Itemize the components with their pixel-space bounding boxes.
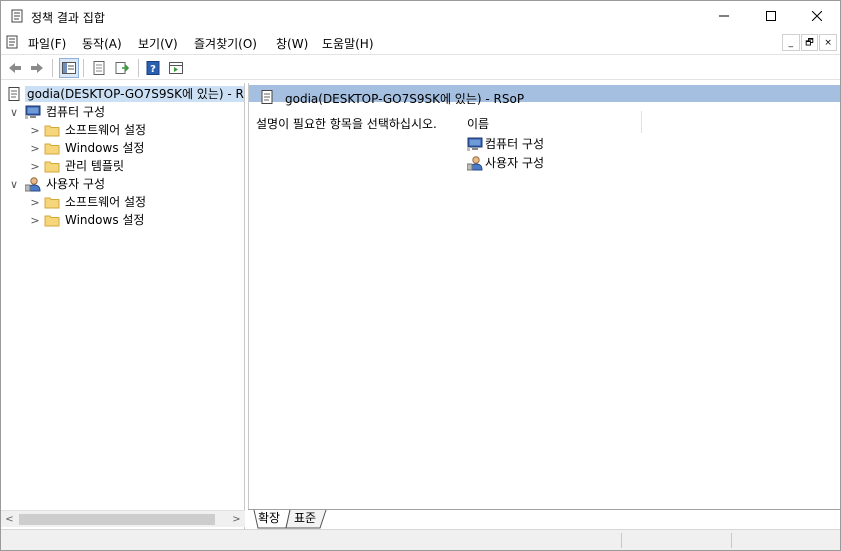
tree-horizontal-scrollbar[interactable]: < > <box>1 510 245 527</box>
tree-item-computer-config[interactable]: ∨ 컴퓨터 구성 <box>1 103 244 121</box>
menu-file[interactable]: 파일(F) <box>28 35 66 52</box>
maximize-icon <box>766 11 776 21</box>
window-title: 정책 결과 집합 <box>31 11 105 25</box>
view-tabs: 확장 표준 <box>248 509 840 529</box>
tree-item-admin-templates[interactable]: > 관리 템플릿 <box>1 157 244 175</box>
back-arrow-icon <box>9 63 21 73</box>
action-pane-icon <box>169 62 183 74</box>
close-icon <box>812 11 822 21</box>
forward-arrow-icon <box>31 63 43 73</box>
tab-extended[interactable]: 확장 <box>254 510 284 528</box>
chevron-down-icon[interactable]: ∨ <box>8 177 20 191</box>
tree-label: 소프트웨어 설정 <box>65 195 147 209</box>
menu-action[interactable]: 동작(A) <box>82 35 122 52</box>
forward-button[interactable] <box>27 58 47 78</box>
rsop-document-icon <box>6 86 22 102</box>
tree-label: Windows 설정 <box>65 141 145 155</box>
computer-icon <box>25 104 41 120</box>
properties-button[interactable] <box>89 58 109 78</box>
tree-item-user-windows-settings[interactable]: > Windows 설정 <box>1 211 244 229</box>
help-icon: ? <box>146 61 160 75</box>
chevron-right-icon[interactable]: > <box>29 141 41 155</box>
mdi-controls: _ 🗗 × <box>782 34 838 51</box>
list-item-label: 사용자 구성 <box>485 156 545 170</box>
folder-icon <box>44 212 60 228</box>
chevron-down-icon[interactable]: ∨ <box>8 105 20 119</box>
toolbar-separator <box>83 59 84 77</box>
mdi-close-button[interactable]: × <box>819 34 838 51</box>
tree-item-computer-software-settings[interactable]: > 소프트웨어 설정 <box>1 121 244 139</box>
folder-icon <box>44 158 60 174</box>
folder-icon <box>44 194 60 210</box>
tree-item-rsop-root[interactable]: godia(DESKTOP-GO7S9SK에 있는) - RSoP <box>1 85 244 103</box>
toolbar: ? <box>1 54 840 80</box>
tree-label: 사용자 구성 <box>46 177 106 191</box>
scrollbar-thumb[interactable] <box>19 514 215 525</box>
folder-icon <box>44 140 60 156</box>
show-action-pane-button[interactable] <box>166 58 186 78</box>
tree-item-user-config[interactable]: ∨ 사용자 구성 <box>1 175 244 193</box>
toolbar-separator <box>138 59 139 77</box>
export-list-icon <box>115 62 130 74</box>
minimize-button[interactable] <box>701 1 747 31</box>
menu-favorites[interactable]: 즐겨찾기(O) <box>194 35 257 52</box>
close-button[interactable] <box>794 1 840 31</box>
minimize-icon <box>719 15 729 17</box>
tree-label: 관리 템플릿 <box>65 159 125 173</box>
folder-icon <box>44 122 60 138</box>
tree-label: Windows 설정 <box>65 213 145 227</box>
rsop-app-icon <box>9 8 25 24</box>
list-item-label: 컴퓨터 구성 <box>485 137 545 151</box>
tree-label: godia(DESKTOP-GO7S9SK에 있는) - RSoP <box>25 86 244 102</box>
properties-icon <box>93 61 105 75</box>
chevron-right-icon[interactable]: > <box>29 159 41 173</box>
chevron-right-icon[interactable]: > <box>29 195 41 209</box>
mdi-minimize-button[interactable]: _ <box>782 34 800 51</box>
scroll-right-icon[interactable]: > <box>228 511 245 528</box>
rsop-document-icon <box>259 89 275 105</box>
chevron-right-icon[interactable]: > <box>29 213 41 227</box>
column-header-name[interactable]: 이름 <box>467 111 642 133</box>
status-bar <box>1 529 840 550</box>
status-divider <box>621 533 622 548</box>
console-tree-pane: godia(DESKTOP-GO7S9SK에 있는) - RSoP ∨ 컴퓨터 … <box>1 83 245 529</box>
console-menu-icon[interactable] <box>4 34 20 50</box>
tree-label: 컴퓨터 구성 <box>46 105 106 119</box>
description-text: 설명이 필요한 항목을 선택하십시오. <box>256 117 437 131</box>
mmc-window: 정책 결과 집합 파일(F) 동작(A) 보기(V) 즐겨찾기(O) 창(W) … <box>0 0 841 551</box>
menu-window[interactable]: 창(W) <box>276 35 308 52</box>
title-bar: 정책 결과 집합 <box>1 1 840 31</box>
help-button[interactable]: ? <box>143 58 163 78</box>
menu-bar: 파일(F) 동작(A) 보기(V) 즐겨찾기(O) 창(W) 도움말(H) _ … <box>1 31 840 53</box>
status-divider <box>731 533 732 548</box>
chevron-right-icon[interactable]: > <box>29 123 41 137</box>
tree-item-computer-windows-settings[interactable]: > Windows 설정 <box>1 139 244 157</box>
tab-standard[interactable]: 표준 <box>290 510 320 528</box>
back-button[interactable] <box>5 58 25 78</box>
tree-label: 소프트웨어 설정 <box>65 123 147 137</box>
user-icon <box>466 155 483 171</box>
menu-help[interactable]: 도움말(H) <box>322 35 374 52</box>
scroll-left-icon[interactable]: < <box>1 511 18 528</box>
computer-icon <box>467 136 483 152</box>
export-list-button[interactable] <box>112 58 132 78</box>
maximize-button[interactable] <box>748 1 794 31</box>
toolbar-separator <box>52 59 53 77</box>
console-tree-icon <box>62 62 76 74</box>
mdi-restore-button[interactable]: 🗗 <box>800 34 819 51</box>
result-pane-title: godia(DESKTOP-GO7S9SK에 있는) - RSoP <box>285 92 525 106</box>
user-icon <box>24 176 41 192</box>
svg-text:?: ? <box>150 64 156 75</box>
tree-item-user-software-settings[interactable]: > 소프트웨어 설정 <box>1 193 244 211</box>
column-divider[interactable] <box>641 111 642 133</box>
column-header-label: 이름 <box>467 117 490 131</box>
result-pane: godia(DESKTOP-GO7S9SK에 있는) - RSoP 설명이 필요… <box>248 83 840 509</box>
menu-view[interactable]: 보기(V) <box>138 35 178 52</box>
show-hide-console-tree-button[interactable] <box>59 58 79 78</box>
